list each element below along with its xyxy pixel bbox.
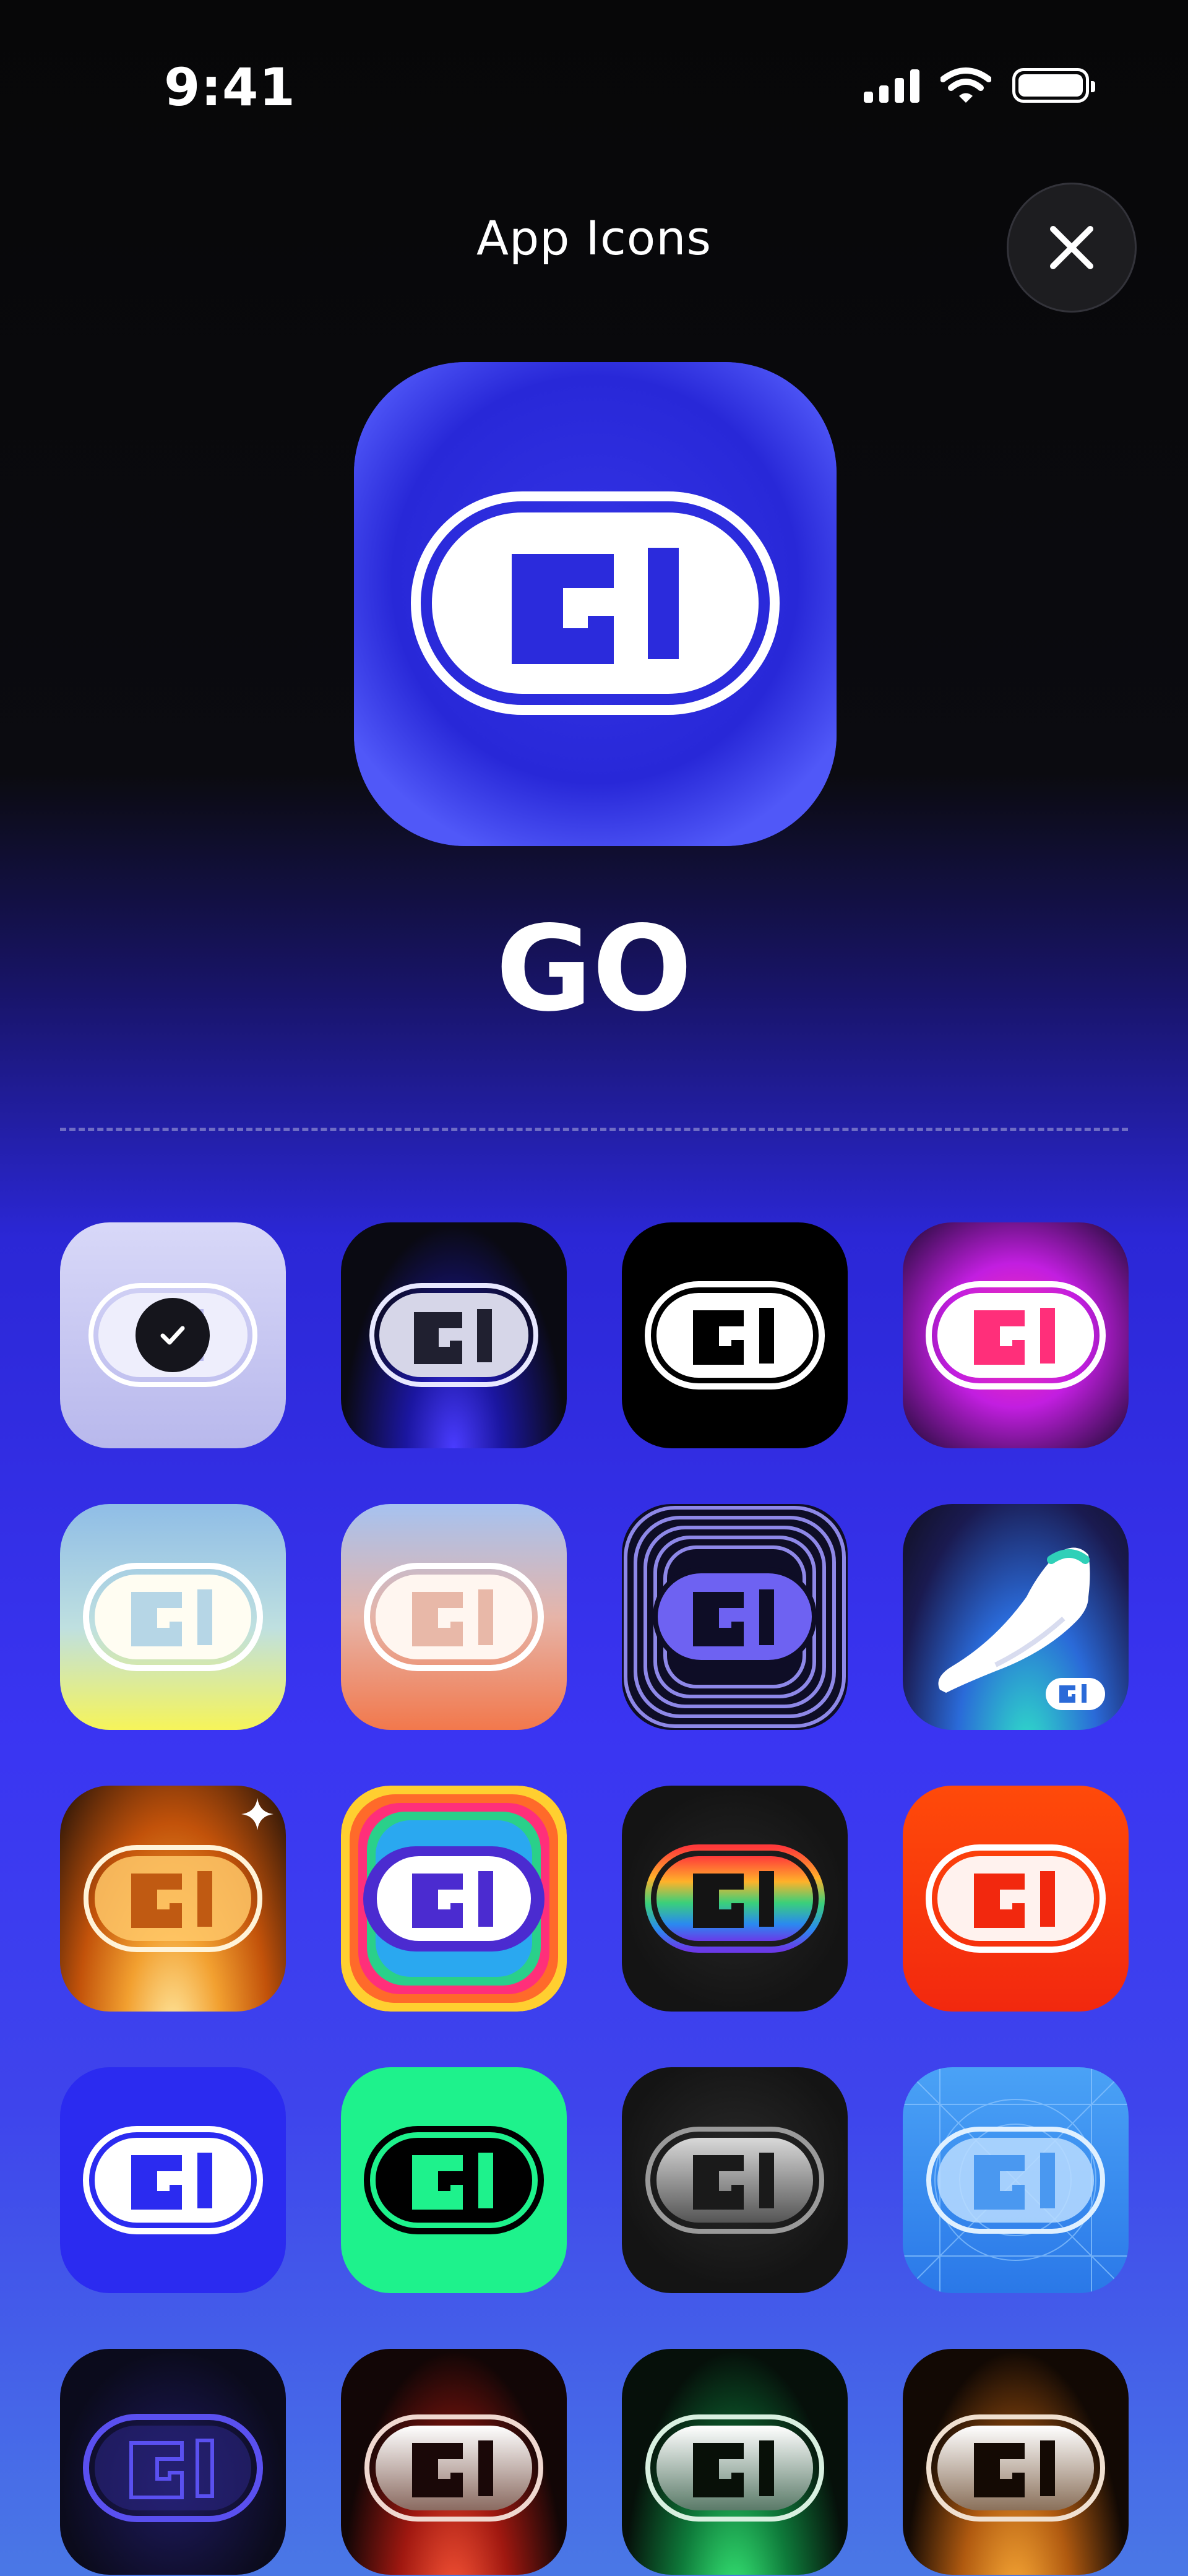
icon-option-dark-outline-blue[interactable] <box>60 2349 286 2575</box>
status-icons <box>864 67 1095 104</box>
status-bar: 9:41 <box>0 0 1188 155</box>
icon-grid <box>60 1222 1129 2575</box>
go-logo-icon <box>83 1563 263 1671</box>
icon-option-dark-green-glow[interactable] <box>622 2349 848 2575</box>
icon-option-sneaker[interactable] <box>903 1504 1129 1730</box>
go-logo-icon <box>83 2126 263 2234</box>
icon-option-lavender[interactable] <box>60 1222 286 1448</box>
go-logo-icon <box>624 1506 846 1728</box>
close-icon <box>1050 226 1093 269</box>
status-time: 9:41 <box>164 57 296 118</box>
icon-option-amber-sparkle[interactable] <box>60 1786 286 2012</box>
icon-option-dark-blue-glow[interactable] <box>341 1222 567 1448</box>
go-logo-icon <box>369 1283 538 1387</box>
icon-option-stripes-purple[interactable] <box>622 1504 848 1730</box>
go-logo-icon <box>364 2126 544 2234</box>
go-logo-icon <box>926 2414 1105 2522</box>
go-logo-icon <box>926 1844 1106 1953</box>
icon-option-magenta-glow[interactable] <box>903 1222 1129 1448</box>
go-logo-icon <box>645 2414 824 2522</box>
battery-icon <box>1012 68 1095 103</box>
icon-option-red-orange[interactable] <box>903 1786 1129 2012</box>
divider <box>60 1128 1128 1131</box>
icon-option-graphite[interactable] <box>622 2067 848 2293</box>
go-logo-icon <box>364 1563 544 1671</box>
icon-option-blueprint[interactable] <box>903 2067 1129 2293</box>
go-logo-icon <box>1046 1678 1105 1710</box>
signal-icon <box>864 68 919 103</box>
go-logo-icon <box>341 1786 567 2012</box>
go-logo-icon <box>645 1281 825 1390</box>
icon-option-dark-red-glow[interactable] <box>341 2349 567 2575</box>
icon-option-rainbow-logo[interactable] <box>622 1786 848 2012</box>
go-logo-icon <box>83 2414 263 2522</box>
icon-option-sky-sunshine[interactable] <box>60 1504 286 1730</box>
wifi-icon <box>940 67 991 103</box>
go-logo-icon <box>645 1844 825 1953</box>
icon-option-classic-blue[interactable] <box>60 2067 286 2293</box>
icon-option-black-classic[interactable] <box>622 1222 848 1448</box>
icon-option-dark-amber-glow[interactable] <box>903 2349 1129 2575</box>
current-app-icon-name: GO <box>496 901 692 1037</box>
close-button[interactable] <box>1007 183 1137 313</box>
go-logo-icon <box>645 2127 824 2234</box>
go-logo-icon <box>354 362 837 846</box>
selected-checkmark-icon <box>136 1298 210 1372</box>
icon-option-peach-sunset[interactable] <box>341 1504 567 1730</box>
sparkle-icon <box>241 1798 273 1830</box>
go-logo-icon <box>926 1281 1106 1390</box>
icon-option-neon-green[interactable] <box>341 2067 567 2293</box>
go-logo-icon <box>364 2414 543 2522</box>
icon-option-rainbow-frame[interactable] <box>341 1786 567 2012</box>
go-logo-icon <box>903 2067 1129 2293</box>
current-app-icon <box>354 362 837 846</box>
